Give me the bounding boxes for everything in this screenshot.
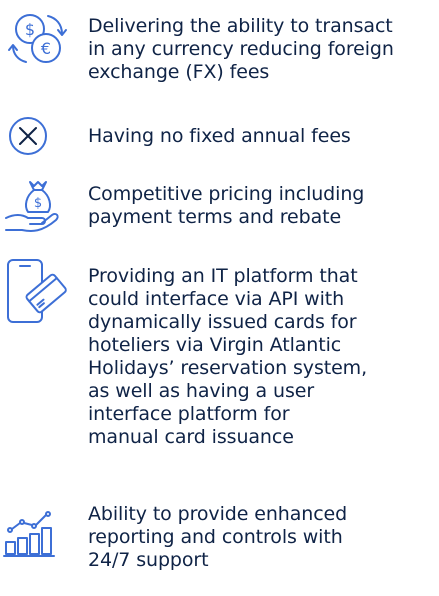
no-fee-icon (4, 112, 74, 182)
feature-text: Delivering the ability to transact in an… (88, 15, 394, 83)
feature-text: Having no fixed annual fees (88, 125, 351, 147)
svg-text:€: € (41, 39, 51, 58)
feature-text: Providing an IT platform that could inte… (88, 265, 368, 448)
money-bag-hand-icon: $ (4, 174, 74, 244)
svg-text:$: $ (25, 20, 35, 39)
growth-chart-icon (3, 504, 74, 574)
feature-text: Ability to provide enhanced reporting an… (88, 503, 348, 571)
feature-text: Competitive pricing including payment te… (88, 183, 365, 228)
mobile-card-icon (4, 258, 74, 328)
svg-text:$: $ (34, 196, 42, 211)
currency-exchange-icon: $ € (4, 8, 74, 78)
